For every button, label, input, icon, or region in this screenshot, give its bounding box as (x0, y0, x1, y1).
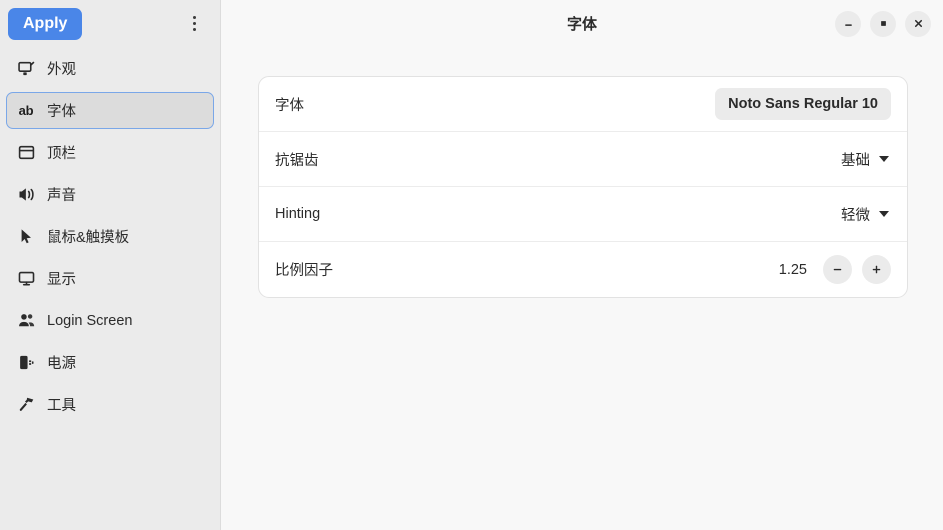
sidebar-item-appearance[interactable]: 外观 (6, 50, 214, 87)
antialiasing-dropdown[interactable]: 基础 (839, 147, 891, 172)
sound-icon (17, 186, 35, 204)
topbar-icon (17, 144, 35, 162)
titlebar: 字体 (221, 0, 943, 47)
apply-button[interactable]: Apply (8, 7, 83, 40)
sidebar-item-display[interactable]: 显示 (6, 260, 214, 297)
sidebar-item-label: 顶栏 (47, 146, 76, 162)
sidebar-nav-list: 外观 ab 字体 顶栏 声音 鼠标&触摸板 显示 Login Screen 电源… (0, 47, 220, 423)
setting-row-antialiasing: 抗锯齿 基础 (259, 132, 907, 187)
sidebar-item-label: 电源 (47, 356, 76, 372)
sidebar-item-label: 显示 (47, 272, 76, 288)
setting-label: 比例因子 (275, 263, 333, 279)
appearance-icon (17, 60, 35, 78)
setting-row-scale-factor: 比例因子 1.25 (259, 242, 907, 297)
font-settings-card: 字体 Noto Sans Regular 10 抗锯齿 基础 Hinting 轻… (258, 76, 908, 298)
menu-dot (192, 16, 196, 19)
display-icon (17, 270, 35, 288)
sidebar-item-label: 外观 (47, 62, 76, 78)
minimize-icon[interactable] (835, 10, 861, 37)
setting-control: 轻微 (839, 202, 891, 227)
font-ab-icon: ab (18, 103, 34, 118)
font-chooser-value: Noto Sans Regular 10 (728, 96, 878, 112)
dropdown-value: 轻微 (841, 207, 870, 224)
content-area: 字体 字体 Noto Sans Regular 10 抗锯齿 基础 Hintin… (221, 0, 943, 530)
mouse-touchpad-icon (17, 228, 35, 246)
setting-control: 基础 (839, 147, 891, 172)
kebab-menu-icon[interactable] (181, 9, 207, 39)
tools-icon (17, 396, 35, 414)
setting-row-hinting: Hinting 轻微 (259, 187, 907, 242)
setting-label: Hinting (275, 206, 321, 222)
hinting-dropdown[interactable]: 轻微 (839, 202, 891, 227)
setting-control: 1.25 (779, 255, 891, 284)
sidebar-item-topbar[interactable]: 顶栏 (6, 134, 214, 171)
chevron-down-icon (879, 156, 889, 162)
sidebar-item-sound[interactable]: 声音 (6, 176, 214, 213)
setting-label: 抗锯齿 (275, 152, 319, 169)
sidebar-item-label: 工具 (47, 398, 76, 414)
setting-row-font: 字体 Noto Sans Regular 10 (259, 77, 907, 132)
sidebar-item-tools[interactable]: 工具 (6, 386, 214, 423)
setting-label: 字体 (275, 97, 304, 114)
sidebar-header: Apply (0, 0, 220, 47)
sidebar-item-label: 字体 (47, 104, 76, 120)
close-icon[interactable] (905, 10, 931, 37)
sidebar: Apply 外观 ab 字体 顶栏 声音 鼠标&触摸板 显示 Login Scr… (0, 0, 221, 530)
sidebar-item-label: Login Screen (47, 312, 133, 329)
sidebar-item-font[interactable]: ab 字体 (6, 92, 214, 129)
settings-window: Apply 外观 ab 字体 顶栏 声音 鼠标&触摸板 显示 Login Scr… (0, 0, 943, 530)
scale-factor-increment-button[interactable] (862, 255, 891, 284)
menu-dot (192, 28, 196, 31)
chevron-down-icon (879, 211, 889, 217)
login-screen-icon (17, 312, 35, 330)
scale-factor-decrement-button[interactable] (823, 255, 852, 284)
font-chooser-button[interactable]: Noto Sans Regular 10 (715, 88, 891, 120)
sidebar-item-label: 声音 (47, 188, 76, 204)
settings-panel: 字体 Noto Sans Regular 10 抗锯齿 基础 Hinting 轻… (221, 47, 943, 530)
maximize-icon[interactable] (870, 10, 896, 37)
sidebar-item-mouse-touchpad[interactable]: 鼠标&触摸板 (6, 218, 214, 255)
dropdown-value: 基础 (841, 152, 870, 169)
sidebar-item-power[interactable]: 电源 (6, 344, 214, 381)
menu-dot (192, 22, 196, 25)
setting-control: Noto Sans Regular 10 (715, 88, 891, 120)
window-controls (835, 10, 931, 37)
power-icon (17, 354, 35, 372)
sidebar-item-login-screen[interactable]: Login Screen (6, 302, 214, 339)
scale-factor-value: 1.25 (778, 261, 807, 278)
sidebar-item-label: 鼠标&触摸板 (47, 230, 130, 246)
